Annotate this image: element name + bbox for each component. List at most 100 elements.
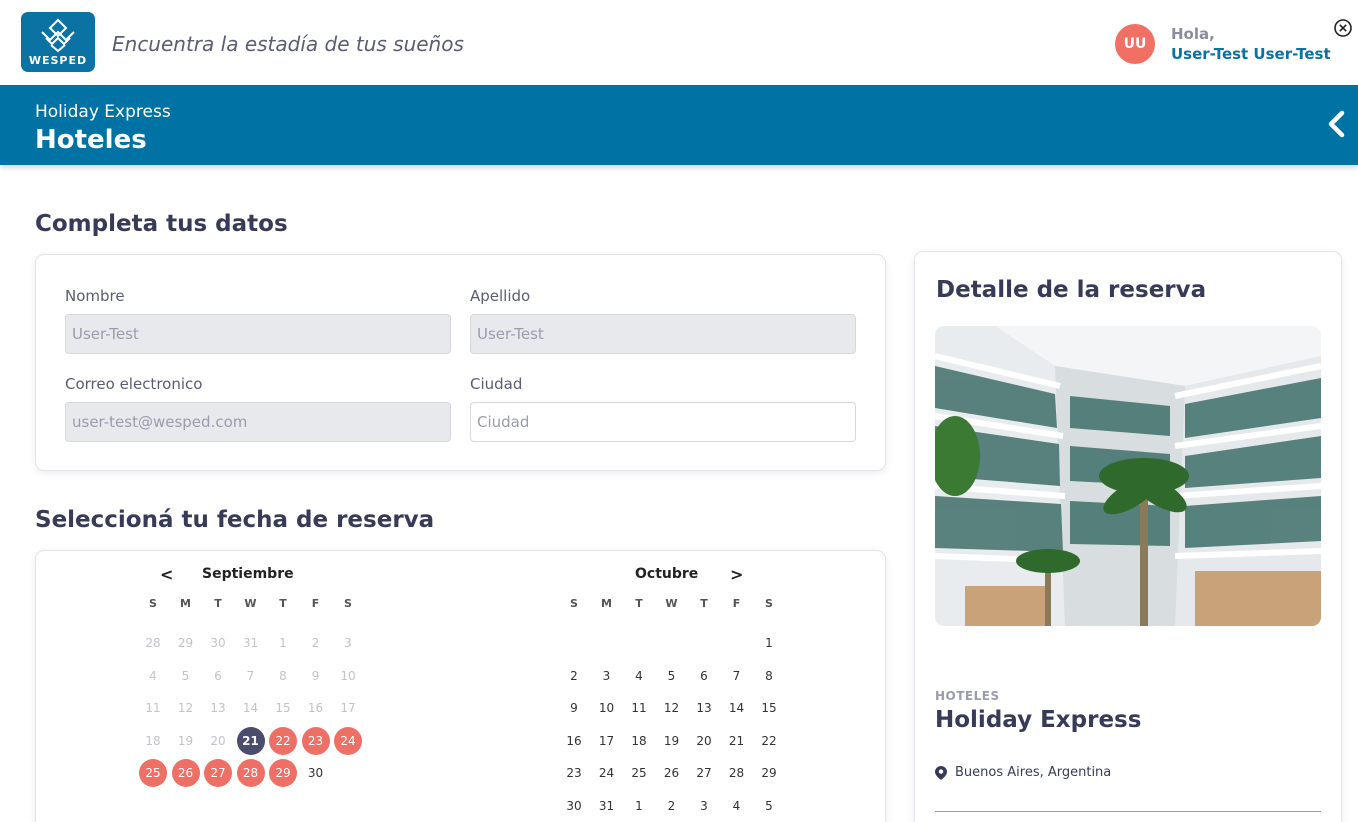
calendar-day[interactable]: 1: [625, 792, 653, 820]
chevron-left-icon[interactable]: [1324, 109, 1348, 139]
calendar-day[interactable]: 8: [755, 662, 783, 690]
hotel-category: HOTELES: [935, 689, 1000, 703]
calendar-day[interactable]: 31: [593, 792, 621, 820]
calendar-day: 8: [279, 668, 287, 683]
top-header: WESPED Encuentra la estadía de tus sueño…: [0, 0, 1358, 85]
weekday-label: W: [665, 597, 678, 610]
calendar-day: 12: [177, 701, 194, 715]
email-field[interactable]: user-test@wesped.com: [65, 402, 451, 442]
calendar-day: 7: [246, 668, 255, 683]
calendar-day[interactable]: 7: [723, 662, 751, 690]
hotel-location: Buenos Aires, Argentina: [935, 765, 1111, 780]
calendar-section-title: Seleccioná tu fecha de reserva: [35, 507, 435, 533]
calendar-day[interactable]: 28: [236, 759, 265, 787]
calendar-day[interactable]: 3: [593, 662, 621, 690]
calendar-day: 11: [145, 701, 161, 715]
calendar-day[interactable]: 10: [593, 694, 621, 722]
calendar-day[interactable]: 5: [658, 662, 686, 690]
email-label: Correo electronico: [65, 375, 203, 393]
calendar-day[interactable]: 1: [755, 629, 783, 657]
calendar-day[interactable]: 4: [625, 662, 653, 690]
calendar-day[interactable]: 25: [139, 759, 167, 787]
calendar-day[interactable]: 23: [301, 726, 330, 755]
calendar-day[interactable]: 13: [690, 694, 718, 722]
weekday-label: M: [601, 597, 612, 610]
calendar-day[interactable]: 30: [302, 759, 330, 787]
weekday-label: W: [244, 597, 257, 610]
calendar-day: 9: [311, 668, 320, 683]
calendar-day[interactable]: 14: [723, 694, 751, 722]
calendar-day[interactable]: 27: [690, 759, 718, 787]
calendar-day[interactable]: 23: [560, 759, 588, 787]
calendar-day[interactable]: 26: [171, 759, 200, 787]
apellido-field[interactable]: User-Test: [470, 314, 856, 354]
calendar-day[interactable]: 30: [560, 792, 588, 820]
calendar-day: 20: [210, 733, 226, 748]
close-icon[interactable]: [1333, 18, 1353, 38]
calendar-day: 28: [145, 636, 161, 650]
weekday-label: S: [765, 597, 773, 610]
wesped-logo[interactable]: WESPED: [21, 12, 95, 72]
calendar-day: 3: [344, 636, 352, 650]
user-name: User-Test User-Test: [1171, 45, 1331, 63]
calendar-day[interactable]: 11: [625, 694, 653, 722]
calendar-day[interactable]: 20: [690, 727, 718, 755]
next-month-button[interactable]: >: [730, 565, 743, 584]
calendar-day[interactable]: 24: [593, 759, 621, 787]
calendar-day[interactable]: 2: [560, 662, 588, 690]
form-section-title: Completa tus datos: [35, 211, 288, 237]
calendar-day[interactable]: 2: [658, 792, 686, 820]
calendar-day[interactable]: 19: [658, 727, 686, 755]
calendar-day[interactable]: 29: [269, 759, 297, 787]
location-pin-icon: [935, 765, 947, 780]
location-text: Buenos Aires, Argentina: [955, 765, 1112, 780]
logo-text: WESPED: [28, 54, 88, 67]
weekday-label: T: [635, 597, 643, 610]
nombre-label: Nombre: [65, 287, 125, 305]
calendar-day[interactable]: 29: [755, 759, 783, 787]
calendar-day: 6: [214, 668, 222, 683]
calendar-day: 1: [279, 636, 287, 650]
calendar-day[interactable]: 24: [334, 726, 362, 755]
calendar-day: 19: [177, 733, 194, 748]
calendar-day[interactable]: 17: [593, 727, 621, 755]
banner-subtitle: Holiday Express: [35, 102, 171, 122]
calendar-day[interactable]: 21: [236, 726, 265, 755]
logo-mark-icon: [41, 18, 75, 52]
calendar-day[interactable]: 3: [690, 792, 718, 820]
avatar[interactable]: UU: [1115, 24, 1155, 64]
calendar-day[interactable]: 27: [204, 759, 232, 787]
calendar-day[interactable]: 28: [723, 759, 751, 787]
calendar-day[interactable]: 15: [755, 694, 783, 722]
calendar-day[interactable]: 9: [560, 694, 588, 722]
calendar-day: 16: [307, 701, 324, 715]
calendar-day[interactable]: 4: [723, 792, 751, 820]
slogan: Encuentra la estadía de tus sueños: [112, 32, 464, 56]
apellido-label: Apellido: [470, 287, 531, 305]
calendar-day[interactable]: 22: [755, 727, 783, 755]
calendar-day[interactable]: 5: [755, 792, 783, 820]
calendar-day[interactable]: 12: [658, 694, 686, 722]
calendar-day: 5: [181, 668, 190, 683]
calendar-day: 17: [340, 701, 356, 715]
nombre-field[interactable]: User-Test: [65, 314, 451, 354]
calendar-day[interactable]: 16: [560, 727, 588, 755]
calendar-day[interactable]: 22: [269, 726, 297, 755]
weekday-label: T: [700, 597, 708, 610]
calendar-day: 4: [149, 668, 157, 683]
hotel-name: Holiday Express: [935, 707, 1142, 733]
hotel-photo: [935, 326, 1321, 626]
calendar-day[interactable]: 21: [723, 727, 751, 755]
page-title: Hoteles: [35, 125, 147, 155]
greeting-text: Hola,: [1171, 25, 1215, 43]
calendar-card: < Septiembre Octubre > S M T W T F S 28 29 30 31 1 2…: [35, 550, 886, 822]
prev-month-button[interactable]: <: [160, 565, 173, 584]
calendar-day: 30: [210, 636, 226, 650]
month-title-october: Octubre: [635, 566, 699, 582]
ciudad-field[interactable]: Ciudad: [470, 402, 856, 442]
calendar-day[interactable]: 6: [690, 662, 718, 690]
calendar-day[interactable]: 18: [625, 727, 653, 755]
calendar-day[interactable]: 26: [658, 759, 686, 787]
calendar-day[interactable]: 25: [625, 759, 653, 787]
personal-data-card: Nombre User-Test Apellido User-Test Corr…: [35, 254, 886, 471]
